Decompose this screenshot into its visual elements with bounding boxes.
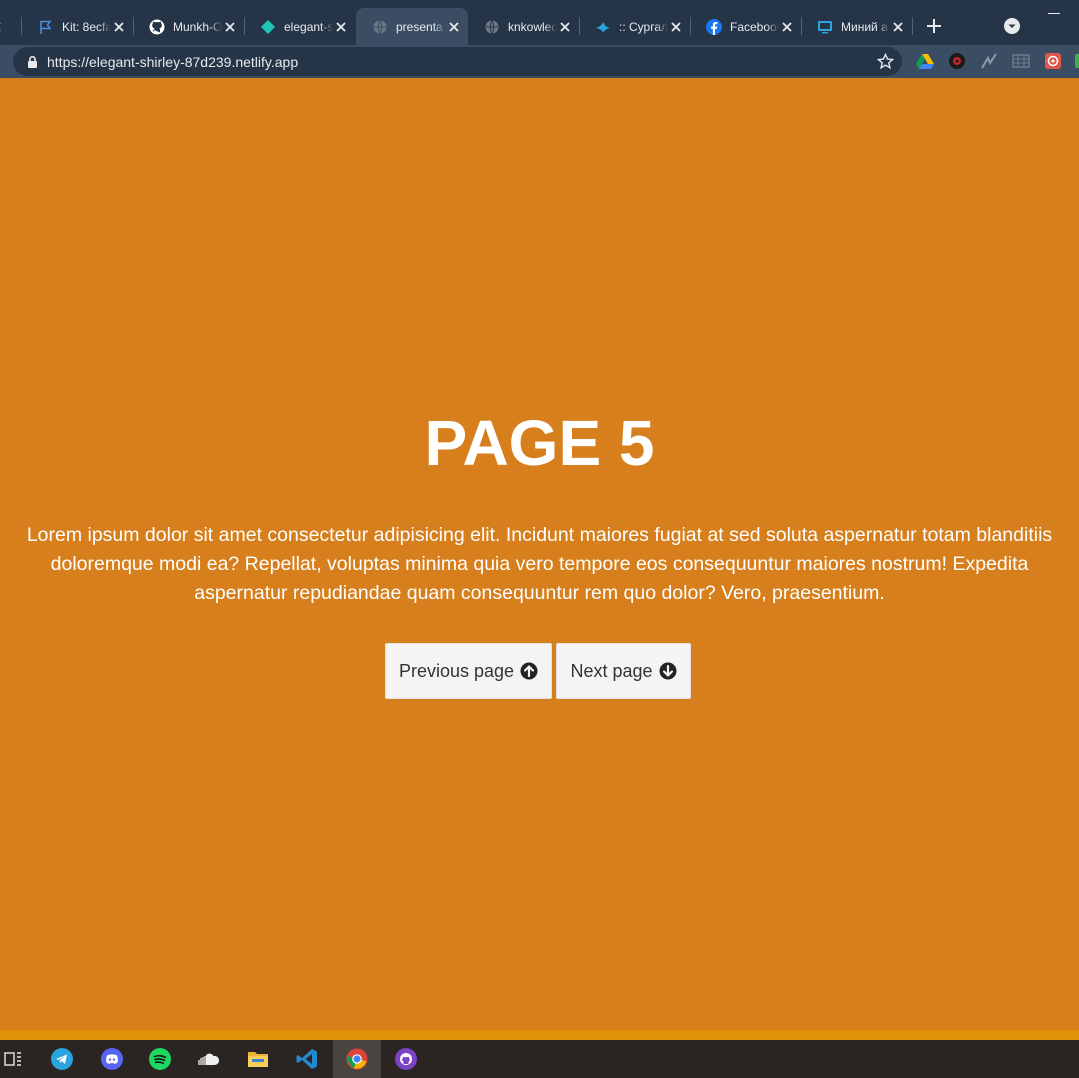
url-text[interactable]: https://elegant-shirley-87d239.netlify.a… [47, 54, 298, 70]
tab-facebook[interactable]: Facebook [690, 8, 801, 45]
tab-title: Миний а [841, 19, 888, 34]
close-icon[interactable] [222, 19, 238, 35]
tab-title: presenta [396, 19, 443, 34]
tab-title: Munkh-O [173, 19, 222, 34]
chevron-down-icon [1004, 18, 1020, 34]
tab-title: knkowledge [508, 19, 557, 34]
close-icon[interactable] [557, 19, 573, 35]
tab-partial[interactable] [0, 8, 16, 45]
next-page-button[interactable]: Next page [556, 643, 691, 699]
extension-target-icon[interactable] [1044, 52, 1062, 70]
minimize-window-button[interactable] [1048, 13, 1060, 14]
page-paragraph: Lorem ipsum dolor sit amet consectetur a… [0, 521, 1079, 608]
facebook-icon [706, 18, 722, 35]
tab-netlify[interactable]: elegant-s [244, 8, 355, 45]
task-view-icon[interactable] [1, 1047, 25, 1071]
previous-page-button[interactable]: Previous page [385, 643, 552, 699]
tab-title: Kit: 8ecfa [62, 19, 111, 34]
tab-presentation-active[interactable]: presenta [356, 8, 468, 45]
spotify-icon[interactable] [148, 1047, 172, 1071]
close-icon[interactable] [890, 19, 906, 35]
close-icon[interactable] [446, 19, 462, 35]
flag-icon [38, 19, 54, 35]
file-explorer-icon[interactable] [246, 1047, 270, 1071]
taskbar-accent-strip [0, 1030, 1079, 1040]
close-icon[interactable] [668, 19, 684, 35]
tab-title: Facebook [730, 19, 779, 34]
close-icon[interactable] [0, 19, 4, 35]
monitor-icon [817, 19, 833, 35]
page-heading: PAGE 5 [424, 407, 655, 479]
previous-page-label: Previous page [398, 660, 515, 681]
tab-knowledge[interactable]: knkowledge [468, 8, 579, 45]
tab-title: :: Сургалт [619, 19, 668, 34]
arrow-circle-down-icon [659, 662, 677, 680]
vscode-icon[interactable] [295, 1047, 319, 1071]
address-bar[interactable]: https://elegant-shirley-87d239.netlify.a… [13, 47, 902, 76]
discord-icon[interactable] [100, 1047, 124, 1071]
lock-icon[interactable] [27, 55, 38, 73]
tab-surgalt[interactable]: :: Сургалт [579, 8, 690, 45]
next-page-label: Next page [570, 660, 653, 681]
tab-minii[interactable]: Миний а [801, 8, 912, 45]
tab-search-button[interactable] [1002, 16, 1022, 36]
plus-icon [927, 19, 941, 33]
bird-icon [595, 19, 611, 35]
extension-red-eye-icon[interactable] [948, 52, 966, 70]
tab-title: elegant-s [284, 19, 333, 34]
soundcloud-icon[interactable] [197, 1047, 221, 1071]
close-icon[interactable] [111, 19, 127, 35]
page-content: PAGE 5 Lorem ipsum dolor sit amet consec… [0, 78, 1079, 1030]
extension-bolt-icon[interactable] [980, 52, 998, 70]
telegram-icon[interactable] [50, 1047, 74, 1071]
extension-green-icon[interactable] [1070, 52, 1079, 70]
paragraph-line: doloremque modi ea? Repellat, voluptas m… [50, 553, 1029, 575]
arrow-circle-up-icon [520, 662, 538, 680]
paragraph-line: aspernatur repudiandae quam consequuntur… [194, 582, 885, 604]
github-desktop-icon[interactable] [394, 1047, 418, 1071]
new-tab-button[interactable] [922, 14, 946, 38]
close-icon[interactable] [779, 19, 795, 35]
tab-strip: Kit: 8ecfa Munkh-O elegant-s presenta kn… [0, 0, 1079, 45]
paragraph-line: Lorem ipsum dolor sit amet consectetur a… [26, 524, 1053, 546]
globe-icon [484, 19, 500, 35]
globe-icon [372, 19, 388, 35]
bookmark-star-icon[interactable] [876, 52, 895, 75]
tab-kit[interactable]: Kit: 8ecfa [22, 8, 133, 45]
tab-github[interactable]: Munkh-O [133, 8, 244, 45]
close-icon[interactable] [333, 19, 349, 35]
google-drive-icon[interactable] [916, 52, 934, 70]
extension-grid-icon[interactable] [1012, 52, 1030, 70]
chrome-icon[interactable] [345, 1047, 369, 1071]
netlify-icon [260, 19, 276, 35]
github-icon [149, 19, 165, 35]
